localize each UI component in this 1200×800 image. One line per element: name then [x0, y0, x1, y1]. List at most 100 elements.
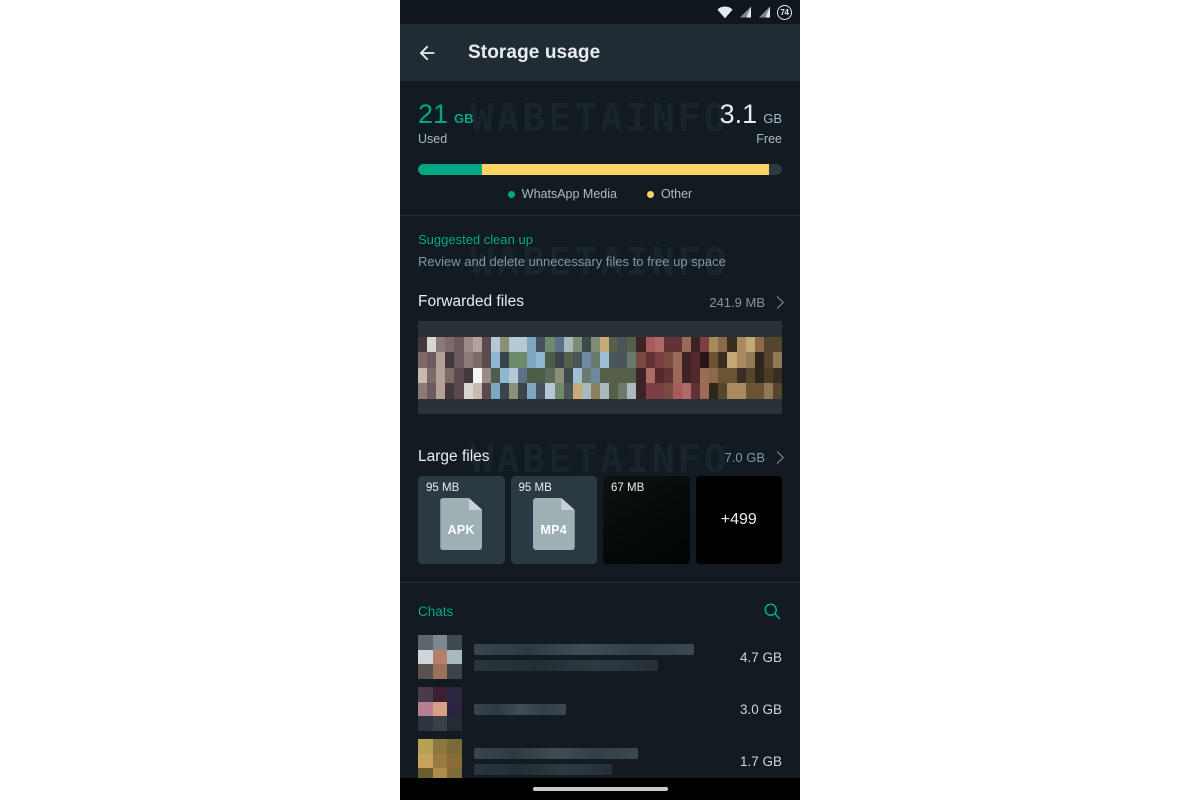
thumbnail-pixel [709, 398, 719, 414]
avatar-pixel [447, 739, 462, 754]
avatar-pixel [432, 753, 448, 769]
thumbnail-pixel [709, 336, 719, 352]
chat-row-name [474, 643, 730, 671]
thumbnail-pixel [436, 321, 446, 337]
thumbnail-pixel [590, 321, 600, 337]
chat-row[interactable]: 4.7 GB [400, 631, 800, 683]
avatar [418, 687, 462, 731]
thumbnail-pixel [518, 321, 528, 337]
large-files-meta: 7.0 GB [724, 449, 784, 465]
large-file-card[interactable]: 95 MB MP4 [510, 476, 597, 564]
thumbnail-pixel [691, 352, 701, 368]
thumbnail-pixel [509, 352, 519, 368]
thumbnail-pixel [645, 383, 655, 399]
large-files-row[interactable]: Large files 7.0 GB [400, 432, 800, 476]
thumbnail-pixel [600, 336, 610, 352]
avatar-pixel [447, 635, 462, 650]
thumbnail-pixel [490, 352, 500, 368]
used-label: Used [418, 132, 448, 146]
legend-item-media: WhatsApp Media [507, 187, 617, 201]
thumbnail-pixel [499, 367, 509, 383]
forwarded-files-row[interactable]: Forwarded files 241.9 MB [400, 277, 800, 321]
thumbnail-pixel [745, 367, 755, 383]
forwarded-files-title: Forwarded files [418, 293, 524, 310]
thumbnail-pixel [754, 367, 764, 383]
thumbnail-pixel [527, 336, 537, 352]
thumbnail-pixel [609, 352, 619, 368]
avatar-pixel [418, 739, 433, 754]
thumbnail-pixel [736, 383, 746, 399]
chat-row[interactable]: 3.0 GB [400, 683, 800, 735]
search-icon[interactable] [762, 601, 782, 621]
thumbnail-pixel [663, 336, 673, 352]
thumbnail-pixel [490, 398, 500, 414]
thumbnail-pixel [545, 383, 555, 399]
large-file-card[interactable]: 95 MB APK [418, 476, 505, 564]
forwarded-files-thumbnails[interactable] [418, 321, 782, 414]
wifi-icon [717, 6, 733, 18]
phone-screen: 74 Storage usage 21 GB Used 3.1 GB Free … [400, 0, 800, 800]
thumbnail-pixel [672, 352, 682, 368]
used-value: 21 [418, 99, 449, 129]
avatar [418, 739, 462, 783]
thumbnail-pixel [554, 321, 564, 337]
thumbnail-pixel [463, 321, 473, 337]
large-files-cards: 95 MB APK 95 MB MP4 67 MB +499 [400, 476, 800, 582]
thumbnail-pixel [636, 367, 646, 383]
legend-dot-media [507, 190, 515, 198]
thumbnail-pixel [563, 367, 573, 383]
thumbnail-pixel [572, 398, 582, 414]
thumbnail-pixel [763, 321, 773, 337]
file-extension-label: MP4 [540, 523, 568, 537]
thumbnail-pixel [463, 336, 473, 352]
home-indicator[interactable] [532, 787, 668, 791]
thumbnail-pixel [445, 352, 455, 368]
thumbnail-pixel [472, 367, 482, 383]
thumbnail-pixel [536, 336, 546, 352]
avatar-pixel [432, 739, 448, 754]
thumbnail-pixel [627, 352, 637, 368]
chat-row-left [418, 687, 730, 731]
thumbnail-pixel [490, 321, 500, 337]
avatar-pixel [418, 716, 433, 731]
thumbnail-pixel [472, 383, 482, 399]
thumbnail-pixel [436, 352, 446, 368]
thumbnail-pixel [454, 352, 464, 368]
thumbnail-pixel [436, 367, 446, 383]
large-files-size: 7.0 GB [724, 449, 765, 465]
thumbnail-pixel [572, 367, 582, 383]
storage-bar-media-segment [418, 164, 482, 175]
avatar-pixel [418, 635, 433, 650]
thumbnail-pixel [627, 383, 637, 399]
thumbnail-pixel [727, 367, 737, 383]
thumbnail-pixel [427, 336, 437, 352]
status-bar: 74 [400, 0, 800, 24]
cellular-signal-icon [740, 6, 751, 18]
thumbnail-pixel [709, 383, 719, 399]
thumbnail-pixel [454, 336, 464, 352]
thumbnail-pixel [691, 367, 701, 383]
avatar-pixel [432, 701, 448, 717]
thumbnail-pixel [727, 321, 737, 337]
thumbnail-pixel [518, 383, 528, 399]
thumbnail-pixel [581, 352, 591, 368]
file-fold-corner [468, 498, 483, 510]
thumbnail-pixel [572, 321, 582, 337]
chat-row-size: 3.0 GB [739, 701, 782, 717]
file-document-icon: MP4 [532, 498, 575, 550]
avatar-pixel [432, 635, 448, 650]
thumbnail-pixel [509, 367, 519, 383]
thumbnail-pixel [672, 367, 682, 383]
avatar-pixel [418, 649, 433, 665]
thumbnail-pixel [581, 336, 591, 352]
large-files-more-count: +499 [720, 511, 757, 528]
thumbnail-pixel [681, 321, 691, 337]
large-file-card[interactable]: 67 MB [603, 476, 690, 564]
thumbnail-pixel [736, 321, 746, 337]
thumbnail-pixel [581, 367, 591, 383]
large-file-card[interactable]: +499 [695, 476, 782, 564]
thumbnail-pixel [600, 352, 610, 368]
free-label: Free [756, 132, 782, 146]
back-arrow-icon[interactable] [416, 42, 438, 64]
thumbnail-pixel [645, 321, 655, 337]
